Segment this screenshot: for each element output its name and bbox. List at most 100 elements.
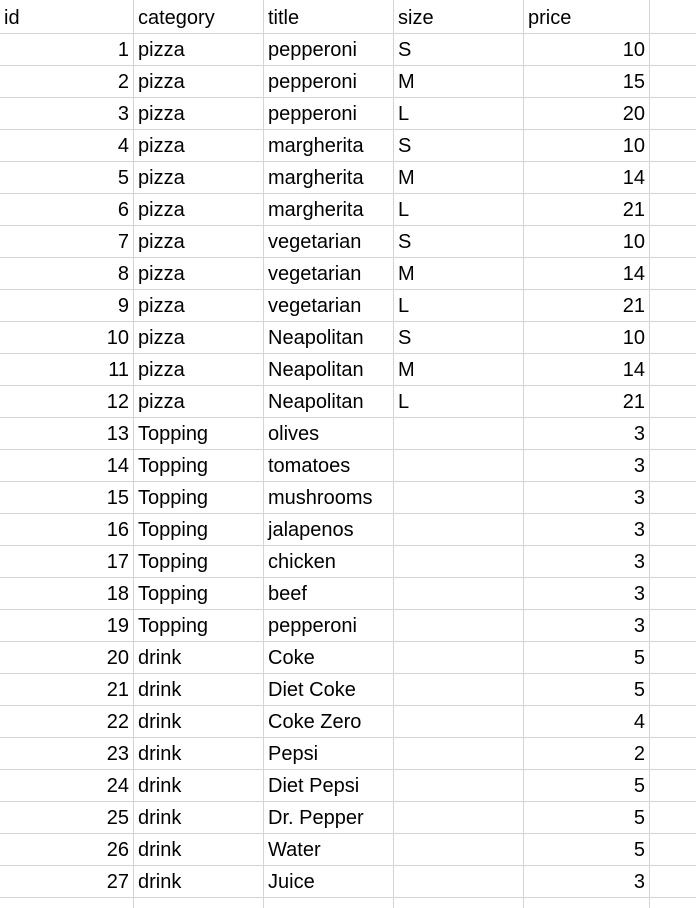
cell-category[interactable]: pizza	[134, 98, 264, 129]
cell-price[interactable]: 3	[524, 450, 650, 481]
cell-title[interactable]: Neapolitan	[264, 386, 394, 417]
cell-category[interactable]: drink	[134, 674, 264, 705]
empty-cell[interactable]	[650, 0, 696, 33]
cell-price[interactable]: 14	[524, 354, 650, 385]
cell-title[interactable]: margherita	[264, 194, 394, 225]
empty-cell[interactable]	[524, 898, 650, 908]
empty-cell[interactable]	[650, 674, 696, 705]
cell-price[interactable]: 21	[524, 194, 650, 225]
header-cell-title[interactable]: title	[264, 0, 394, 33]
empty-cell[interactable]	[134, 898, 264, 908]
cell-category[interactable]: Topping	[134, 482, 264, 513]
cell-size[interactable]: M	[394, 162, 524, 193]
cell-price[interactable]: 5	[524, 642, 650, 673]
empty-cell[interactable]	[650, 642, 696, 673]
cell-title[interactable]: Neapolitan	[264, 322, 394, 353]
cell-id[interactable]: 26	[0, 834, 134, 865]
cell-category[interactable]: pizza	[134, 34, 264, 65]
cell-category[interactable]: drink	[134, 834, 264, 865]
cell-price[interactable]: 10	[524, 34, 650, 65]
cell-id[interactable]: 24	[0, 770, 134, 801]
cell-id[interactable]: 11	[0, 354, 134, 385]
cell-size[interactable]: L	[394, 290, 524, 321]
cell-size[interactable]: S	[394, 34, 524, 65]
header-cell-size[interactable]: size	[394, 0, 524, 33]
cell-title[interactable]: pepperoni	[264, 66, 394, 97]
cell-category[interactable]: drink	[134, 738, 264, 769]
cell-category[interactable]: pizza	[134, 322, 264, 353]
empty-cell[interactable]	[650, 130, 696, 161]
cell-id[interactable]: 19	[0, 610, 134, 641]
empty-cell[interactable]	[650, 450, 696, 481]
cell-title[interactable]: Pepsi	[264, 738, 394, 769]
cell-id[interactable]: 5	[0, 162, 134, 193]
empty-cell[interactable]	[650, 418, 696, 449]
empty-cell[interactable]	[650, 834, 696, 865]
empty-cell[interactable]	[650, 322, 696, 353]
cell-title[interactable]: pepperoni	[264, 34, 394, 65]
cell-id[interactable]: 6	[0, 194, 134, 225]
cell-title[interactable]: jalapenos	[264, 514, 394, 545]
cell-category[interactable]: pizza	[134, 66, 264, 97]
header-cell-id[interactable]: id	[0, 0, 134, 33]
empty-cell[interactable]	[650, 290, 696, 321]
empty-cell[interactable]	[650, 738, 696, 769]
cell-title[interactable]: Dr. Pepper	[264, 802, 394, 833]
cell-id[interactable]: 2	[0, 66, 134, 97]
cell-size[interactable]: L	[394, 386, 524, 417]
cell-title[interactable]: beef	[264, 578, 394, 609]
cell-size[interactable]	[394, 706, 524, 737]
cell-title[interactable]: vegetarian	[264, 226, 394, 257]
cell-size[interactable]	[394, 802, 524, 833]
cell-id[interactable]: 3	[0, 98, 134, 129]
empty-cell[interactable]	[650, 610, 696, 641]
cell-price[interactable]: 5	[524, 770, 650, 801]
cell-id[interactable]: 15	[0, 482, 134, 513]
empty-cell[interactable]	[650, 162, 696, 193]
cell-price[interactable]: 10	[524, 130, 650, 161]
empty-cell[interactable]	[650, 66, 696, 97]
cell-category[interactable]: pizza	[134, 354, 264, 385]
cell-title[interactable]: Diet Pepsi	[264, 770, 394, 801]
cell-price[interactable]: 14	[524, 258, 650, 289]
cell-size[interactable]	[394, 674, 524, 705]
cell-size[interactable]	[394, 578, 524, 609]
cell-price[interactable]: 21	[524, 386, 650, 417]
empty-cell[interactable]	[650, 98, 696, 129]
cell-category[interactable]: Topping	[134, 450, 264, 481]
cell-title[interactable]: Diet Coke	[264, 674, 394, 705]
cell-price[interactable]: 20	[524, 98, 650, 129]
empty-cell[interactable]	[650, 866, 696, 897]
cell-size[interactable]	[394, 866, 524, 897]
cell-size[interactable]: M	[394, 354, 524, 385]
empty-cell[interactable]	[650, 386, 696, 417]
empty-cell[interactable]	[650, 226, 696, 257]
cell-title[interactable]: vegetarian	[264, 290, 394, 321]
empty-cell[interactable]	[650, 514, 696, 545]
cell-price[interactable]: 10	[524, 226, 650, 257]
empty-cell[interactable]	[650, 898, 696, 908]
empty-cell[interactable]	[650, 34, 696, 65]
cell-category[interactable]: pizza	[134, 194, 264, 225]
cell-id[interactable]: 23	[0, 738, 134, 769]
empty-cell[interactable]	[650, 482, 696, 513]
empty-cell[interactable]	[650, 546, 696, 577]
cell-title[interactable]: Juice	[264, 866, 394, 897]
cell-title[interactable]: olives	[264, 418, 394, 449]
cell-id[interactable]: 1	[0, 34, 134, 65]
cell-id[interactable]: 8	[0, 258, 134, 289]
cell-size[interactable]	[394, 450, 524, 481]
cell-price[interactable]: 3	[524, 482, 650, 513]
cell-price[interactable]: 5	[524, 674, 650, 705]
cell-price[interactable]: 4	[524, 706, 650, 737]
cell-category[interactable]: pizza	[134, 162, 264, 193]
cell-title[interactable]: pepperoni	[264, 98, 394, 129]
cell-size[interactable]: L	[394, 98, 524, 129]
cell-title[interactable]: Coke	[264, 642, 394, 673]
cell-category[interactable]: drink	[134, 770, 264, 801]
cell-category[interactable]: Topping	[134, 418, 264, 449]
cell-id[interactable]: 22	[0, 706, 134, 737]
cell-price[interactable]: 15	[524, 66, 650, 97]
cell-category[interactable]: drink	[134, 802, 264, 833]
cell-title[interactable]: margherita	[264, 130, 394, 161]
